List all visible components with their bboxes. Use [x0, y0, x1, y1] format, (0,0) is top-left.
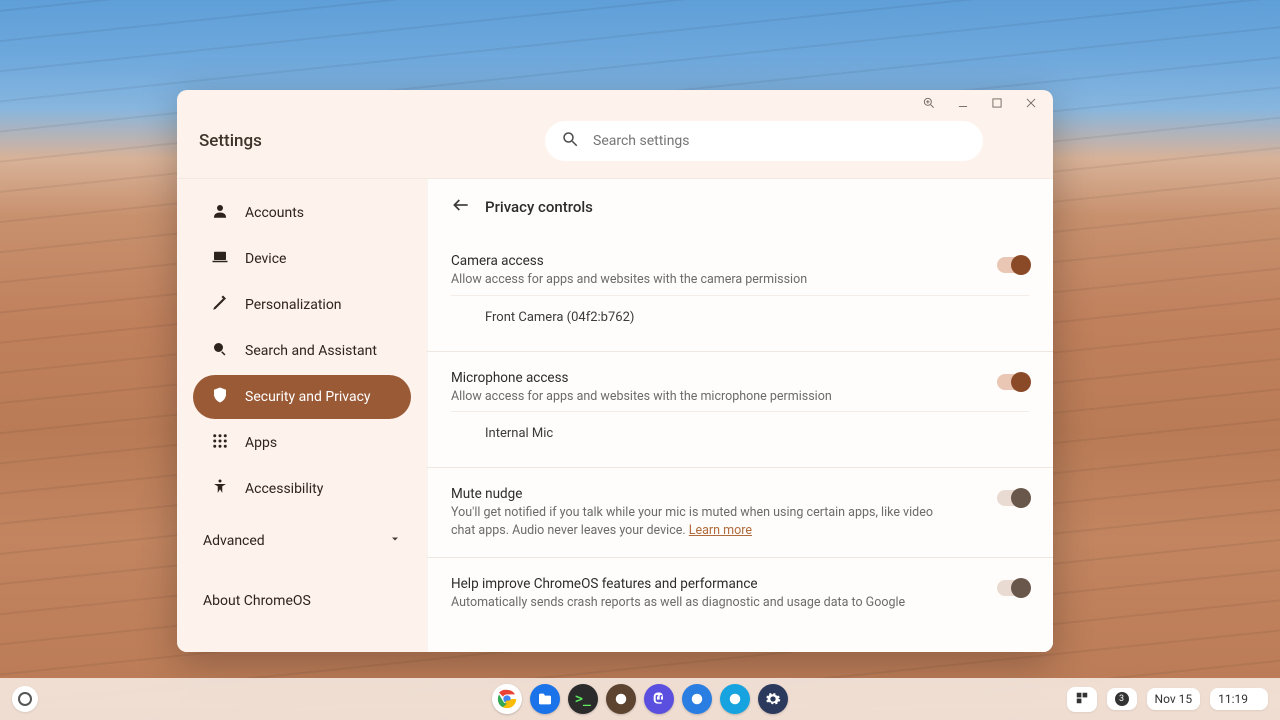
- sidebar: Accounts Device Personalization Search a…: [177, 179, 427, 652]
- content-wrap: Privacy controls Camera access Allow acc…: [427, 179, 1053, 652]
- camera-title: Camera access: [451, 253, 957, 269]
- sidebar-item-search-assistant[interactable]: Search and Assistant: [193, 329, 411, 373]
- row-telemetry: Help improve ChromeOS features and perfo…: [451, 566, 1029, 618]
- shelf-app-terminal[interactable]: >_: [568, 684, 598, 714]
- shelf-time: 11:19: [1218, 692, 1248, 706]
- notification-count[interactable]: 3: [1107, 688, 1137, 710]
- shelf-app-mastodon[interactable]: [644, 684, 674, 714]
- launcher-button[interactable]: [12, 686, 38, 712]
- window-header: Settings: [177, 116, 1053, 178]
- search-icon: [211, 340, 229, 362]
- advanced-label: Advanced: [203, 533, 265, 549]
- toggle-telemetry[interactable]: [997, 580, 1029, 596]
- shield-icon: [211, 386, 229, 408]
- telemetry-title: Help improve ChromeOS features and perfo…: [451, 576, 957, 592]
- toggle-mic-access[interactable]: [997, 374, 1029, 390]
- overview-icon: [1075, 691, 1089, 708]
- pencil-icon: [211, 294, 229, 316]
- sidebar-item-label: Personalization: [245, 297, 342, 313]
- camera-device[interactable]: Front Camera (04f2:b762): [451, 295, 1029, 339]
- content: Privacy controls Camera access Allow acc…: [427, 179, 1053, 652]
- page-title: Privacy controls: [485, 198, 593, 216]
- shelf-app-chrome[interactable]: [492, 684, 522, 714]
- overview-button[interactable]: [1067, 687, 1097, 712]
- laptop-icon: [211, 248, 229, 270]
- shelf-app-app4[interactable]: [606, 684, 636, 714]
- shelf-date[interactable]: Nov 15: [1147, 688, 1201, 710]
- section-microphone: Microphone access Allow access for apps …: [427, 352, 1053, 469]
- sidebar-item-accessibility[interactable]: Accessibility: [193, 467, 411, 511]
- sidebar-item-apps[interactable]: Apps: [193, 421, 411, 465]
- sidebar-item-label: Apps: [245, 435, 277, 451]
- mic-title: Microphone access: [451, 370, 957, 386]
- page-header: Privacy controls: [427, 179, 1053, 235]
- sidebar-item-security-privacy[interactable]: Security and Privacy: [193, 375, 411, 419]
- notif-badge: 3: [1115, 692, 1129, 706]
- app-title: Settings: [199, 131, 419, 151]
- mic-device[interactable]: Internal Mic: [451, 411, 1029, 455]
- section-telemetry: Help improve ChromeOS features and perfo…: [427, 558, 1053, 630]
- search-box[interactable]: [545, 121, 983, 161]
- learn-more-link[interactable]: Learn more: [689, 523, 752, 538]
- accessibility-icon: [211, 478, 229, 500]
- shelf-apps: >_: [492, 684, 788, 714]
- about-label: About ChromeOS: [203, 593, 311, 609]
- shelf-app-files[interactable]: [530, 684, 560, 714]
- shelf-app-app8[interactable]: [758, 684, 788, 714]
- mute-desc: You'll get notified if you talk while yo…: [451, 504, 957, 539]
- person-icon: [211, 202, 229, 224]
- maximize-icon[interactable]: [989, 95, 1005, 111]
- close-icon[interactable]: [1023, 95, 1039, 111]
- mute-title: Mute nudge: [451, 486, 957, 502]
- sidebar-about[interactable]: About ChromeOS: [203, 581, 401, 621]
- sidebar-item-personalization[interactable]: Personalization: [193, 283, 411, 327]
- search-input[interactable]: [593, 133, 969, 149]
- sidebar-item-device[interactable]: Device: [193, 237, 411, 281]
- toggle-camera-access[interactable]: [997, 257, 1029, 273]
- sidebar-item-label: Accessibility: [245, 481, 323, 497]
- telemetry-desc: Automatically sends crash reports as wel…: [451, 594, 957, 612]
- window-body: Accounts Device Personalization Search a…: [177, 178, 1053, 652]
- section-camera: Camera access Allow access for apps and …: [427, 235, 1053, 352]
- mic-desc: Allow access for apps and websites with …: [451, 388, 957, 406]
- sidebar-advanced[interactable]: Advanced: [203, 521, 401, 561]
- sidebar-item-accounts[interactable]: Accounts: [193, 191, 411, 235]
- apps-icon: [211, 432, 229, 454]
- minimize-icon[interactable]: [955, 95, 971, 111]
- section-mute-nudge: Mute nudge You'll get notified if you ta…: [427, 468, 1053, 558]
- sidebar-item-label: Security and Privacy: [245, 389, 371, 405]
- back-icon[interactable]: [451, 195, 471, 219]
- shelf-app-app7[interactable]: [720, 684, 750, 714]
- shelf-app-app6[interactable]: [682, 684, 712, 714]
- desktop-wallpaper: Settings Accounts Device Personalization: [0, 0, 1280, 720]
- search-icon: [561, 130, 579, 152]
- settings-window: Settings Accounts Device Personalization: [177, 90, 1053, 652]
- window-titlebar: [177, 90, 1053, 116]
- sidebar-item-label: Accounts: [245, 205, 304, 221]
- shelf-status-tray[interactable]: 11:19: [1210, 688, 1268, 710]
- sidebar-item-label: Search and Assistant: [245, 343, 377, 359]
- shelf: >_ 3 Nov 15 11:19: [0, 678, 1280, 720]
- camera-desc: Allow access for apps and websites with …: [451, 271, 957, 289]
- zoom-icon[interactable]: [921, 95, 937, 111]
- row-mic-access: Microphone access Allow access for apps …: [451, 360, 1029, 412]
- row-mute-nudge: Mute nudge You'll get notified if you ta…: [451, 476, 1029, 545]
- row-camera-access: Camera access Allow access for apps and …: [451, 243, 1029, 295]
- toggle-mute-nudge[interactable]: [997, 490, 1029, 506]
- sidebar-item-label: Device: [245, 251, 286, 267]
- chevron-down-icon: [389, 533, 401, 549]
